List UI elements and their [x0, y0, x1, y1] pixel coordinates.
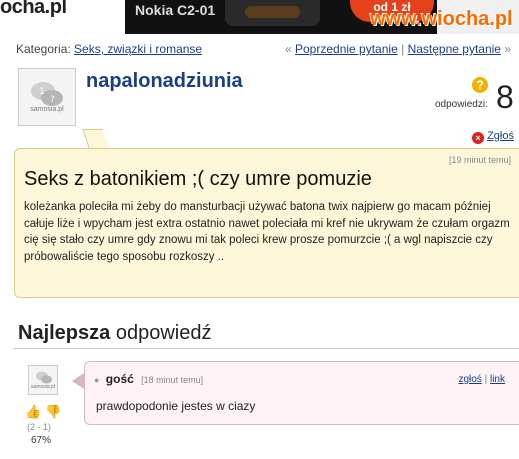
best-answer-heading: Najlepsza odpowiedź — [18, 322, 211, 345]
answer-actions: zgłoś | link — [458, 374, 505, 385]
vote-counts: (2 - 1) — [27, 422, 52, 432]
category-label: Kategoria: — [16, 42, 71, 56]
avatar-site-label: samosia.pl — [30, 106, 64, 113]
answer-bubble-tail — [72, 373, 84, 389]
watermark-left: ocha.pl — [0, 0, 67, 18]
question-time: [19 minut temu] — [448, 155, 511, 165]
thumbs-up-icon[interactable]: 👍 — [25, 404, 41, 419]
breadcrumb: Kategoria: Seks, związki i romanse — [16, 42, 202, 56]
question-mark-icon: ? — [472, 77, 488, 93]
question-title: Seks z batonikiem ;( czy umre pomuzie — [24, 168, 372, 190]
previous-question-link[interactable]: Poprzednie pytanie — [295, 42, 398, 56]
question-body: koleżanka poleciła mi żeby do mansturbac… — [24, 201, 510, 263]
section-divider — [14, 348, 519, 349]
answers-count: 8 — [496, 79, 514, 115]
author-username[interactable]: napalonadziunia — [86, 70, 243, 93]
best-answer-heading-rest: odpowiedź — [115, 322, 212, 344]
top-banner: Nokia C2-01 od 1 zł ocha.pl www.wiocha.p… — [0, 0, 519, 34]
category-link[interactable]: Seks, związki i romanse — [74, 42, 202, 56]
vote-buttons: 👍 👎 — [25, 404, 61, 420]
svg-text:1: 1 — [39, 87, 45, 97]
nav-separator: | — [401, 42, 405, 56]
answer-bubble: ● gość [18 minut temu] zgłoś | link praw… — [84, 361, 519, 425]
ad-phone-image — [225, 0, 320, 26]
answer-meta: ● gość [18 minut temu] — [94, 372, 203, 386]
close-circle-icon: × — [472, 132, 484, 144]
question-bubble: [19 minut temu] Seks z batonikiem ;( czy… — [14, 148, 519, 298]
prev-arrow: « — [284, 42, 292, 56]
avatar-site-label: samosia.pl — [31, 384, 55, 390]
report-label: Zgłoś — [487, 130, 514, 142]
next-arrow: » — [504, 42, 511, 56]
answer-report-link[interactable]: zgłoś — [458, 374, 481, 385]
answer-links-separator: | — [484, 374, 488, 385]
ad-text: Nokia C2-01 — [135, 2, 216, 18]
report-button[interactable]: × Zgłoś — [472, 130, 514, 144]
answers-label: odpowiedzi: — [435, 99, 488, 110]
question-navigation: « Poprzednie pytanie | Następne pytanie … — [285, 42, 511, 56]
answer-avatar: samosia.pl — [28, 365, 58, 395]
svg-text:?: ? — [50, 95, 55, 105]
best-answer-heading-bold: Najlepsza — [18, 322, 111, 344]
author-avatar[interactable]: 1 ? samosia.pl — [18, 68, 76, 126]
vote-percent: 67% — [31, 435, 52, 446]
next-question-link[interactable]: Następne pytanie — [408, 42, 501, 56]
watermark-right: www.wiocha.pl — [370, 8, 513, 30]
thumbs-down-icon[interactable]: 👎 — [45, 404, 61, 419]
bullet-icon: ● — [94, 375, 100, 385]
answer-time: [18 minut temu] — [141, 375, 204, 385]
answer-text: prawdopodonie jestes w ciazy — [96, 399, 256, 413]
answer-permalink[interactable]: link — [490, 374, 505, 385]
answer-author: gość — [105, 372, 134, 386]
